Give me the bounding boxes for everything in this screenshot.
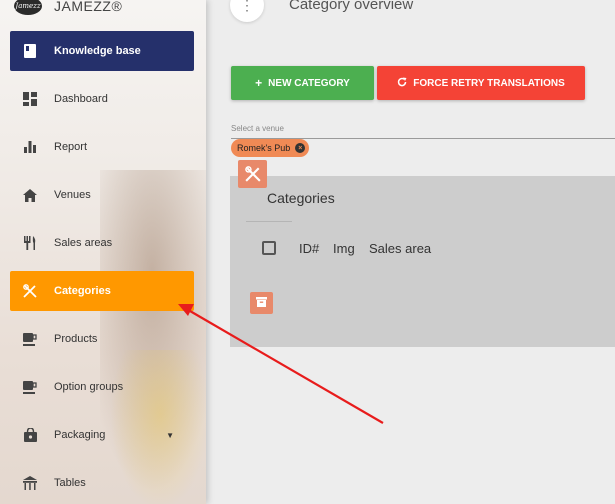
venue-chip[interactable]: Romek's Pub × — [231, 139, 310, 157]
sidebar-item-categories[interactable]: Categories — [10, 271, 194, 311]
sidebar-item-label: Option groups — [54, 381, 124, 393]
sidebar-item-tables[interactable]: Tables — [10, 463, 194, 503]
refresh-icon — [397, 76, 407, 90]
sidebar-item-products[interactable]: Products — [10, 319, 194, 359]
new-category-label: NEW CATEGORY — [268, 77, 350, 89]
more-menu-button[interactable]: ⋮ — [230, 0, 264, 22]
cross-cutlery-icon — [238, 160, 267, 188]
sidebar-item-packaging[interactable]: Packaging ▼ — [10, 415, 194, 455]
sidebar-item-label: Knowledge base — [54, 45, 141, 57]
brand-name: JAMEZZ® — [54, 0, 123, 14]
column-header-sales-area[interactable]: Sales area — [369, 241, 431, 256]
sidebar-item-label: Products — [54, 333, 98, 345]
archive-button[interactable] — [250, 292, 273, 314]
divider — [246, 221, 292, 222]
sidebar-item-label: Report — [54, 141, 88, 153]
plus-icon: + — [255, 76, 263, 90]
more-vert-icon: ⋮ — [240, 0, 254, 13]
sidebar: Jamezz JAMEZZ® Knowledge base Dashboard … — [0, 0, 206, 504]
cross-cutlery-icon — [22, 283, 38, 299]
sidebar-item-label: Categories — [54, 285, 111, 297]
archive-icon — [256, 294, 267, 312]
venue-chip-label: Romek's Pub — [237, 143, 291, 153]
sidebar-item-sales-areas[interactable]: Sales areas — [10, 223, 194, 263]
chevron-down-icon[interactable]: ▼ — [166, 431, 174, 440]
chip-remove-icon[interactable]: × — [295, 143, 306, 153]
sidebar-item-label: Tables — [54, 477, 86, 489]
cup-icon — [22, 331, 38, 347]
sidebar-item-knowledge-base[interactable]: Knowledge base — [10, 31, 194, 71]
sidebar-item-report[interactable]: Report — [10, 127, 194, 167]
page-title: Category overview — [289, 0, 414, 13]
panel-title: Categories — [267, 190, 335, 206]
sidebar-item-option-groups[interactable]: Option groups — [10, 367, 194, 407]
sidebar-item-venues[interactable]: Venues — [10, 175, 194, 215]
logo-icon: Jamezz — [14, 0, 42, 15]
sidebar-item-label: Dashboard — [54, 93, 108, 105]
column-header-id[interactable]: ID# — [299, 241, 319, 256]
bar-chart-icon — [22, 139, 38, 155]
column-header-img[interactable]: Img — [333, 241, 355, 256]
bag-icon — [22, 427, 38, 443]
select-all-checkbox[interactable] — [262, 241, 276, 255]
book-icon — [22, 43, 38, 59]
sidebar-item-label: Venues — [54, 189, 91, 201]
dashboard-icon — [22, 91, 38, 107]
sidebar-item-label: Sales areas — [54, 237, 113, 249]
new-category-button[interactable]: + NEW CATEGORY — [231, 66, 374, 100]
force-retry-label: FORCE RETRY TRANSLATIONS — [413, 77, 565, 89]
sidebar-item-dashboard[interactable]: Dashboard — [10, 79, 194, 119]
table-icon — [22, 475, 38, 491]
sidebar-item-label: Packaging — [54, 429, 106, 441]
force-retry-translations-button[interactable]: FORCE RETRY TRANSLATIONS — [377, 66, 585, 100]
venue-select-label: Select a venue — [231, 124, 284, 133]
cup-icon — [22, 379, 38, 395]
home-icon — [22, 187, 38, 203]
brand: Jamezz JAMEZZ® — [14, 0, 122, 18]
cutlery-icon — [22, 235, 38, 251]
